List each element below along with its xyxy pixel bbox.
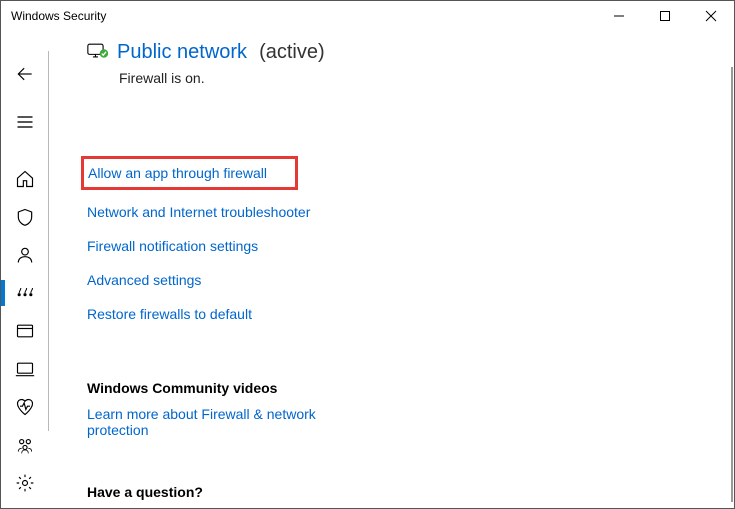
back-button[interactable] — [5, 55, 45, 93]
sidebar-item-account[interactable] — [5, 236, 45, 274]
sidebar-item-app-control[interactable] — [5, 312, 45, 350]
firewall-status-text: Firewall is on. — [119, 70, 714, 86]
community-learn-more-link[interactable]: Learn more about Firewall & network prot… — [87, 406, 357, 438]
sidebar-item-settings[interactable] — [5, 464, 45, 502]
close-button[interactable] — [688, 1, 734, 31]
sidebar-item-firewall[interactable] — [5, 274, 45, 312]
troubleshooter-link[interactable]: Network and Internet troubleshooter — [87, 204, 407, 220]
window-controls — [596, 1, 734, 31]
sidebar-item-device-security[interactable] — [5, 350, 45, 388]
maximize-button[interactable] — [642, 1, 688, 31]
advanced-settings-link[interactable]: Advanced settings — [87, 272, 407, 288]
scrollbar[interactable] — [731, 67, 733, 502]
public-network-link[interactable]: Public network — [117, 41, 247, 64]
highlight-box: Allow an app through firewall — [81, 156, 298, 190]
app-body: Public network (active) Firewall is on. … — [1, 31, 734, 508]
window-title: Windows Security — [11, 9, 596, 23]
notification-settings-link[interactable]: Firewall notification settings — [87, 238, 407, 254]
sidebar-item-family[interactable] — [5, 426, 45, 464]
community-heading: Windows Community videos — [87, 380, 714, 396]
help-heading: Have a question? — [87, 484, 714, 500]
settings-links: Allow an app through firewall Network an… — [87, 156, 714, 322]
sidebar-item-home[interactable] — [5, 160, 45, 198]
minimize-button[interactable] — [596, 1, 642, 31]
sidebar-item-health[interactable] — [5, 388, 45, 426]
network-icon — [87, 42, 109, 63]
network-heading: Public network (active) — [87, 41, 714, 64]
titlebar: Windows Security — [1, 1, 734, 31]
sidebar — [1, 31, 49, 508]
main-content: Public network (active) Firewall is on. … — [49, 31, 734, 508]
menu-button[interactable] — [5, 103, 45, 141]
restore-defaults-link[interactable]: Restore firewalls to default — [87, 306, 407, 322]
network-status: (active) — [259, 41, 325, 64]
app-window: Windows Security — [0, 0, 735, 509]
allow-app-link[interactable]: Allow an app through firewall — [88, 165, 267, 181]
sidebar-item-virus[interactable] — [5, 198, 45, 236]
